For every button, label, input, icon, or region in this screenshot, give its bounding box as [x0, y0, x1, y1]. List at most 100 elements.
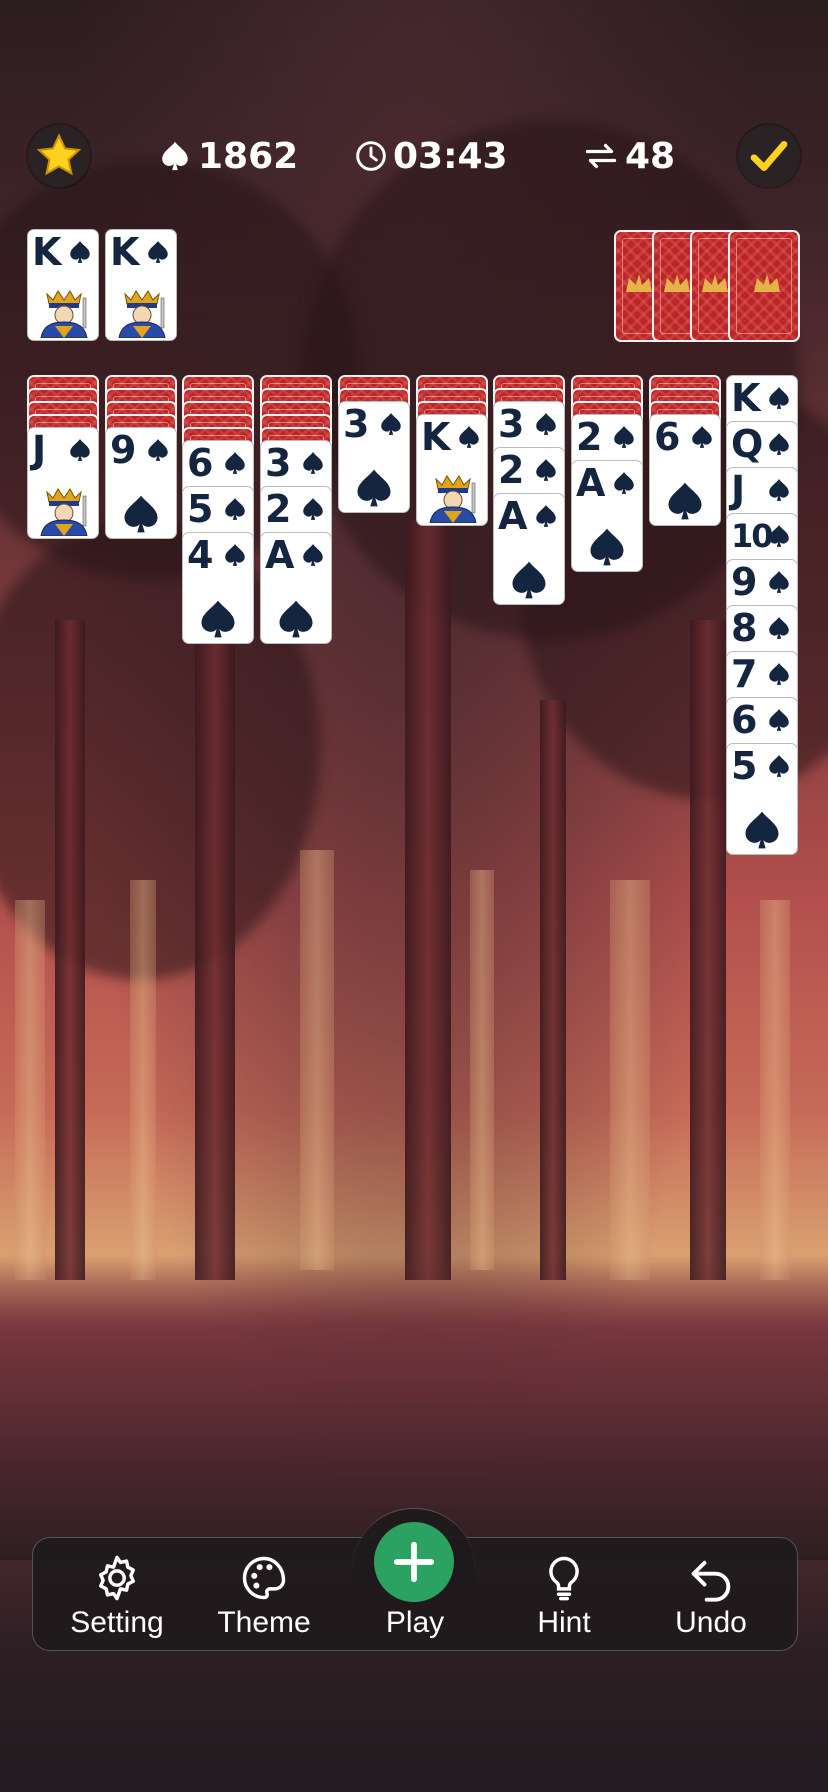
card-rank: Q	[731, 422, 763, 466]
face-card-art	[40, 488, 88, 536]
spade-pip-icon	[512, 561, 546, 599]
spade-icon	[769, 663, 789, 685]
face-up-card[interactable]: 6	[649, 414, 721, 526]
spade-icon	[303, 544, 323, 566]
score-display: 1862	[158, 124, 298, 188]
face-up-card[interactable]: J	[27, 427, 99, 539]
card-rank: 3	[343, 402, 369, 446]
spade-icon	[769, 525, 789, 547]
hint-button[interactable]: Hint	[494, 1538, 634, 1650]
face-card-art	[429, 475, 477, 523]
play-label: Play	[385, 1606, 445, 1639]
face-up-card[interactable]: A	[493, 493, 565, 605]
spade-icon	[148, 439, 168, 461]
hint-label: Hint	[537, 1606, 591, 1639]
card-rank: K	[731, 376, 760, 420]
crown-icon	[626, 274, 652, 292]
card-rank: 2	[498, 448, 524, 492]
setting-button[interactable]: Setting	[47, 1538, 187, 1650]
spade-icon	[769, 617, 789, 639]
spade-icon	[225, 452, 245, 474]
face-up-card[interactable]: K	[416, 414, 488, 526]
crown-icon	[754, 274, 780, 292]
card-rank: 3	[265, 441, 291, 485]
spade-icon	[536, 413, 556, 435]
face-up-card[interactable]: A	[571, 460, 643, 572]
face-up-card[interactable]: A	[260, 532, 332, 644]
completed-king-card[interactable]: K	[27, 229, 99, 341]
theme-button[interactable]: Theme	[194, 1538, 334, 1650]
complete-button[interactable]	[738, 125, 800, 187]
card-rank: 6	[731, 698, 757, 742]
card-rank: 4	[187, 533, 213, 577]
spade-icon	[614, 472, 634, 494]
spade-icon	[769, 571, 789, 593]
spade-icon	[303, 452, 323, 474]
stock-card-back[interactable]	[728, 230, 800, 342]
lightbulb-icon	[549, 1556, 579, 1601]
checkmark-icon	[750, 141, 788, 171]
crown-icon	[702, 274, 728, 292]
undo-button[interactable]: Undo	[641, 1538, 781, 1650]
face-card-art	[40, 290, 88, 338]
spade-icon	[769, 433, 789, 455]
moves-value: 48	[625, 135, 676, 177]
spade-icon	[381, 413, 401, 435]
spade-pip-icon	[745, 811, 779, 849]
card-rank: 3	[498, 402, 524, 446]
face-up-card[interactable]: 4	[182, 532, 254, 644]
spade-icon	[225, 544, 245, 566]
spade-pip-icon	[279, 600, 313, 638]
plus-icon	[393, 1541, 435, 1583]
clock-icon	[356, 141, 386, 171]
spade-icon	[536, 459, 556, 481]
play-circle-button[interactable]	[374, 1522, 454, 1602]
spade-icon	[225, 498, 245, 520]
star-icon	[36, 133, 82, 176]
spade-icon	[162, 141, 188, 171]
moves-display: 48	[583, 124, 675, 188]
favorite-button[interactable]	[28, 125, 90, 187]
timer-value: 03:43	[393, 135, 508, 177]
card-rank: 6	[654, 415, 680, 459]
card-rank: K	[32, 230, 61, 274]
spade-icon	[303, 498, 323, 520]
completed-king-card[interactable]: K	[105, 229, 177, 341]
face-card-art	[118, 290, 166, 338]
top-bar: 1862 03:43 48	[0, 124, 828, 188]
card-rank: K	[110, 230, 139, 274]
face-up-card[interactable]: 3	[338, 401, 410, 513]
crown-icon	[664, 274, 690, 292]
card-rank: A	[498, 494, 527, 538]
spade-pip-icon	[590, 528, 624, 566]
card-rank: 9	[731, 560, 757, 604]
card-rank: 9	[110, 428, 136, 472]
card-rank: 5	[731, 744, 757, 788]
card-rank: 8	[731, 606, 757, 650]
spade-pip-icon	[668, 482, 702, 520]
spade-icon	[459, 426, 479, 448]
spade-icon	[536, 505, 556, 527]
spade-pip-icon	[201, 600, 235, 638]
spade-icon	[769, 479, 789, 501]
face-up-card[interactable]: 5	[726, 743, 798, 855]
spade-icon	[148, 241, 168, 263]
spade-icon	[769, 709, 789, 731]
face-up-card[interactable]: 9	[105, 427, 177, 539]
spade-icon	[769, 387, 789, 409]
card-rank: K	[421, 415, 450, 459]
swap-icon	[585, 143, 617, 169]
gear-icon	[99, 1555, 135, 1601]
card-rank: 2	[576, 415, 602, 459]
spade-pip-icon	[357, 469, 391, 507]
card-rank: 7	[731, 652, 757, 696]
spade-icon	[70, 439, 90, 461]
card-rank: 5	[187, 487, 213, 531]
card-rank: A	[576, 461, 605, 505]
card-rank: 6	[187, 441, 213, 485]
card-rank: J	[32, 428, 46, 472]
card-rank: 2	[265, 487, 291, 531]
spade-icon	[614, 426, 634, 448]
undo-label: Undo	[675, 1606, 747, 1639]
palette-icon	[242, 1556, 286, 1600]
